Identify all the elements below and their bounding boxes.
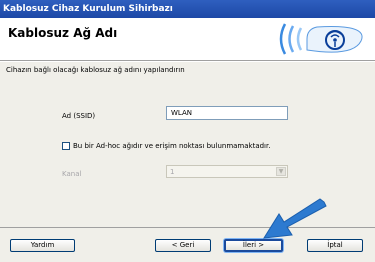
header-divider-highlight — [0, 61, 375, 62]
instruction-text: Cihazın bağlı olacağı kablosuz ağ adını … — [6, 66, 185, 74]
page-title: Kablosuz Ağ Adı — [8, 26, 118, 40]
wireless-signal-icon — [277, 21, 367, 61]
wizard-window: Kablosuz Cihaz Kurulum Sihirbazı Kablosu… — [0, 0, 375, 262]
channel-select: 1 ▼ — [166, 165, 288, 178]
adhoc-checkbox[interactable] — [62, 142, 70, 150]
ssid-label: Ad (SSID) — [62, 112, 96, 120]
channel-label: Kanal — [62, 170, 82, 178]
ssid-input[interactable] — [166, 106, 288, 120]
channel-value: 1 — [170, 168, 175, 176]
help-button[interactable]: Yardım — [10, 239, 75, 252]
chevron-down-icon: ▼ — [276, 167, 286, 176]
back-button[interactable]: < Geri — [155, 239, 211, 252]
adhoc-checkbox-row[interactable]: Bu bir Ad-hoc ağıdır ve erişim noktası b… — [62, 142, 270, 150]
pointer-arrow-icon — [262, 198, 328, 244]
adhoc-checkbox-label[interactable]: Bu bir Ad-hoc ağıdır ve erişim noktası b… — [73, 142, 270, 150]
window-title: Kablosuz Cihaz Kurulum Sihirbazı — [0, 0, 375, 18]
wizard-header: Kablosuz Ağ Adı — [0, 18, 375, 60]
